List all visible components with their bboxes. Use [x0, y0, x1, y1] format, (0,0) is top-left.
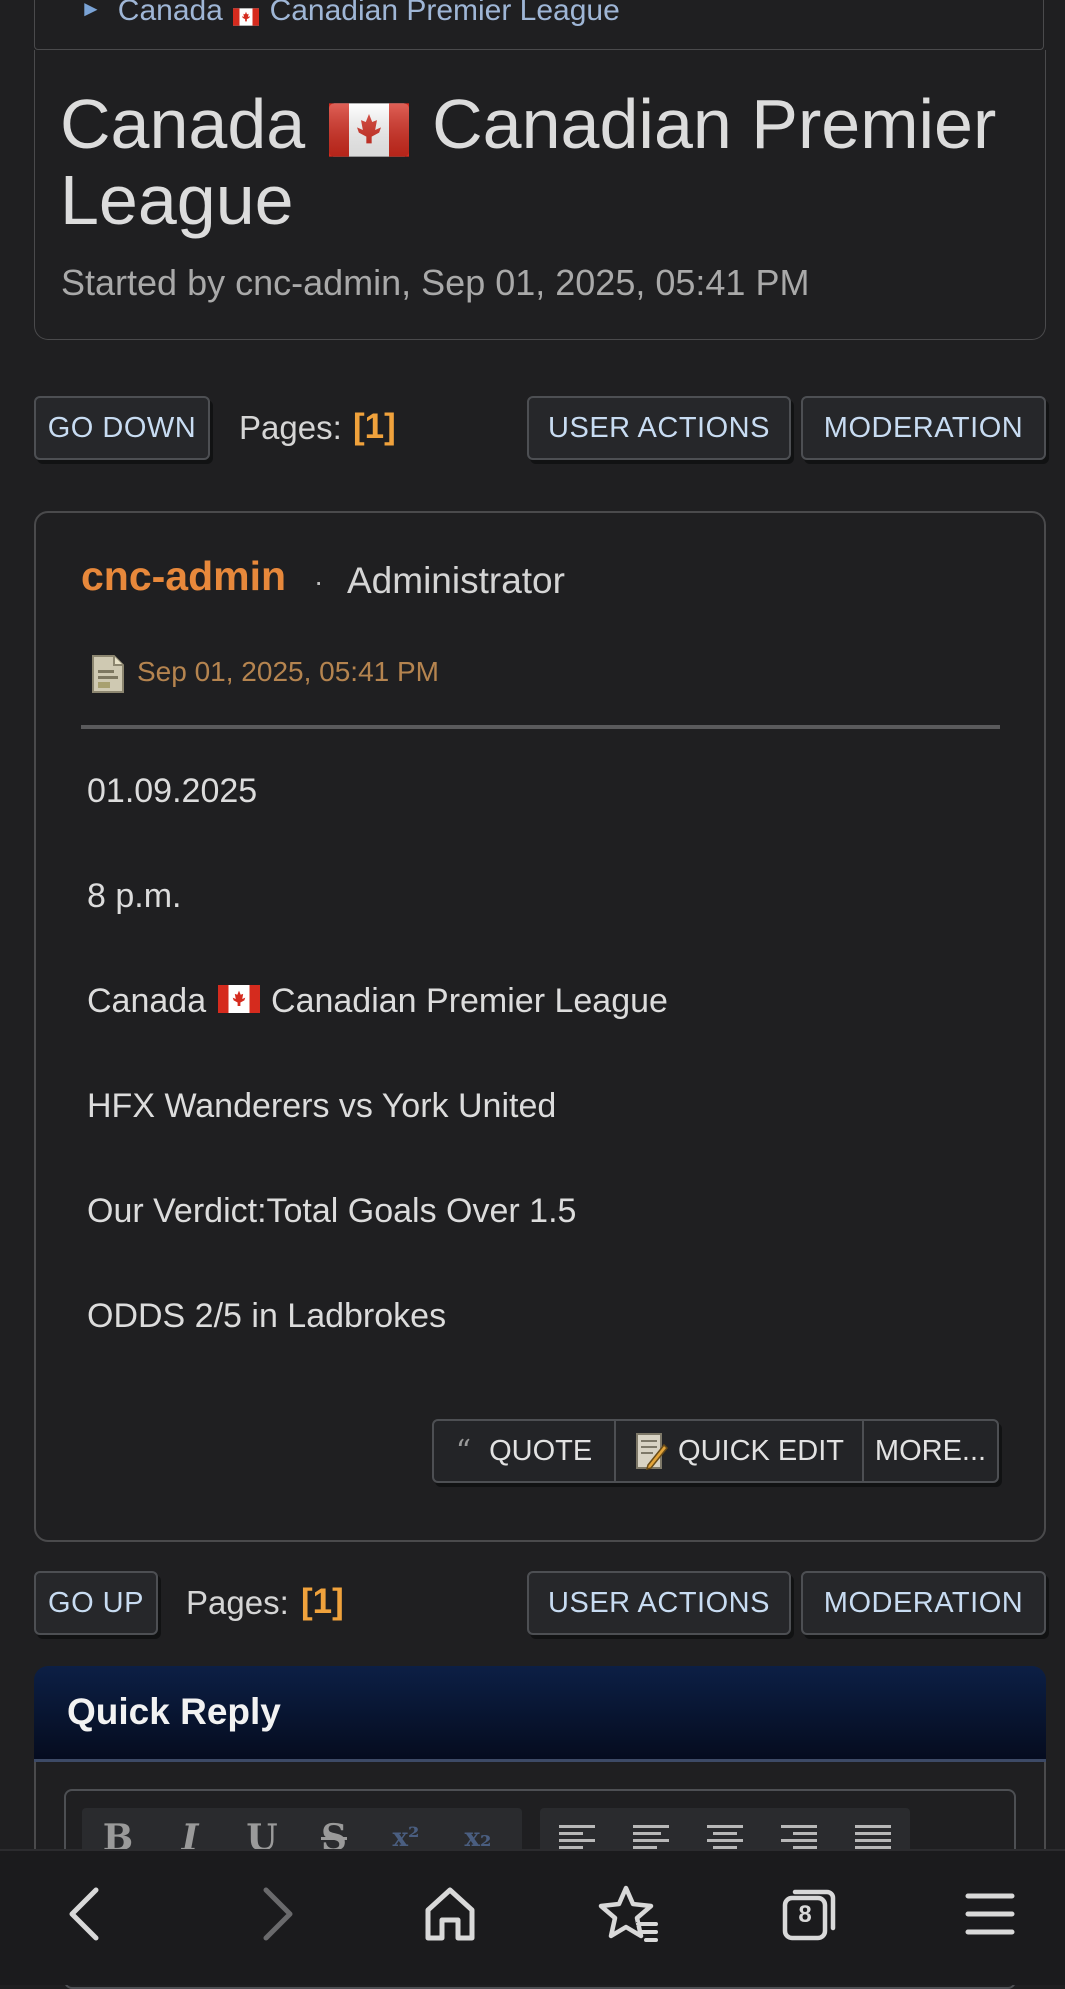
quote-button[interactable]: “ QUOTE: [434, 1421, 616, 1481]
post-author-link[interactable]: cnc-admin: [81, 553, 286, 600]
go-down-button[interactable]: GO DOWN: [34, 396, 210, 460]
moderation-button[interactable]: MODERATION: [801, 396, 1046, 460]
quick-edit-icon: [634, 1431, 669, 1471]
topic-started-by: Started by cnc-admin, Sep 01, 2025, 05:4…: [61, 262, 810, 303]
breadcrumb-arrow-icon: ►: [80, 0, 102, 21]
tab-count: 8: [798, 1901, 812, 1928]
quick-reply-title: Quick Reply: [67, 1691, 281, 1732]
league-text-before: Canada: [87, 982, 207, 1020]
post-line-time: 8 p.m.: [87, 877, 182, 915]
post-line-date: 01.09.2025: [87, 772, 258, 810]
user-actions-button[interactable]: USER ACTIONS: [527, 1571, 791, 1635]
title-text-before: Canada: [60, 85, 306, 163]
user-actions-button[interactable]: USER ACTIONS: [527, 396, 791, 460]
forward-icon[interactable]: [242, 1882, 306, 1946]
post-line-league: Canada Canadian Premier League: [87, 982, 668, 1021]
back-icon[interactable]: [56, 1882, 120, 1946]
post-divider: [81, 725, 1000, 729]
browser-bottom-bar: [0, 1849, 1065, 1985]
post-document-icon: [90, 653, 126, 700]
pages-label: Pages:: [239, 409, 342, 446]
breadcrumb-text-before: Canada: [117, 0, 223, 27]
post-line-verdict: Our Verdict:Total Goals Over 1.5: [87, 1192, 577, 1230]
moderation-button[interactable]: MODERATION: [801, 1571, 1046, 1635]
quick-edit-label: QUICK EDIT: [678, 1434, 844, 1467]
go-up-button[interactable]: GO UP: [34, 1571, 158, 1635]
menu-icon[interactable]: [958, 1882, 1022, 1946]
breadcrumb-text-after: Canadian Premier League: [269, 0, 620, 27]
quote-icon: “: [455, 1433, 472, 1469]
page-title: Canada Canadian Premier League: [60, 86, 1020, 238]
league-text-after: Canadian Premier League: [271, 982, 668, 1020]
post-actions: “ QUOTE QUICK EDIT MORE...: [432, 1419, 999, 1483]
bookmarks-icon[interactable]: [596, 1882, 660, 1946]
author-separator: ·: [314, 566, 324, 597]
post-date-link[interactable]: Sep 01, 2025, 05:41 PM: [137, 656, 439, 688]
home-icon[interactable]: [418, 1882, 482, 1946]
page-number-link[interactable]: [1]: [301, 1582, 344, 1622]
canada-flag-icon: [233, 0, 260, 26]
tabs-button[interactable]: 8: [777, 1882, 841, 1946]
canada-flag-icon: [217, 984, 260, 1014]
canada-flag-icon: [328, 96, 409, 157]
post-line-match: HFX Wanderers vs York United: [87, 1087, 557, 1125]
post-line-odds: ODDS 2/5 in Ladbrokes: [87, 1297, 447, 1335]
page-number-link[interactable]: [1]: [353, 407, 396, 447]
quote-label: QUOTE: [489, 1434, 593, 1467]
pages-label: Pages:: [186, 1584, 289, 1621]
post-author-role: Administrator: [347, 560, 565, 601]
breadcrumb[interactable]: ► Canada Canadian Premier League: [80, 0, 620, 28]
more-button[interactable]: MORE...: [864, 1421, 997, 1481]
quick-edit-button[interactable]: QUICK EDIT: [616, 1421, 864, 1481]
